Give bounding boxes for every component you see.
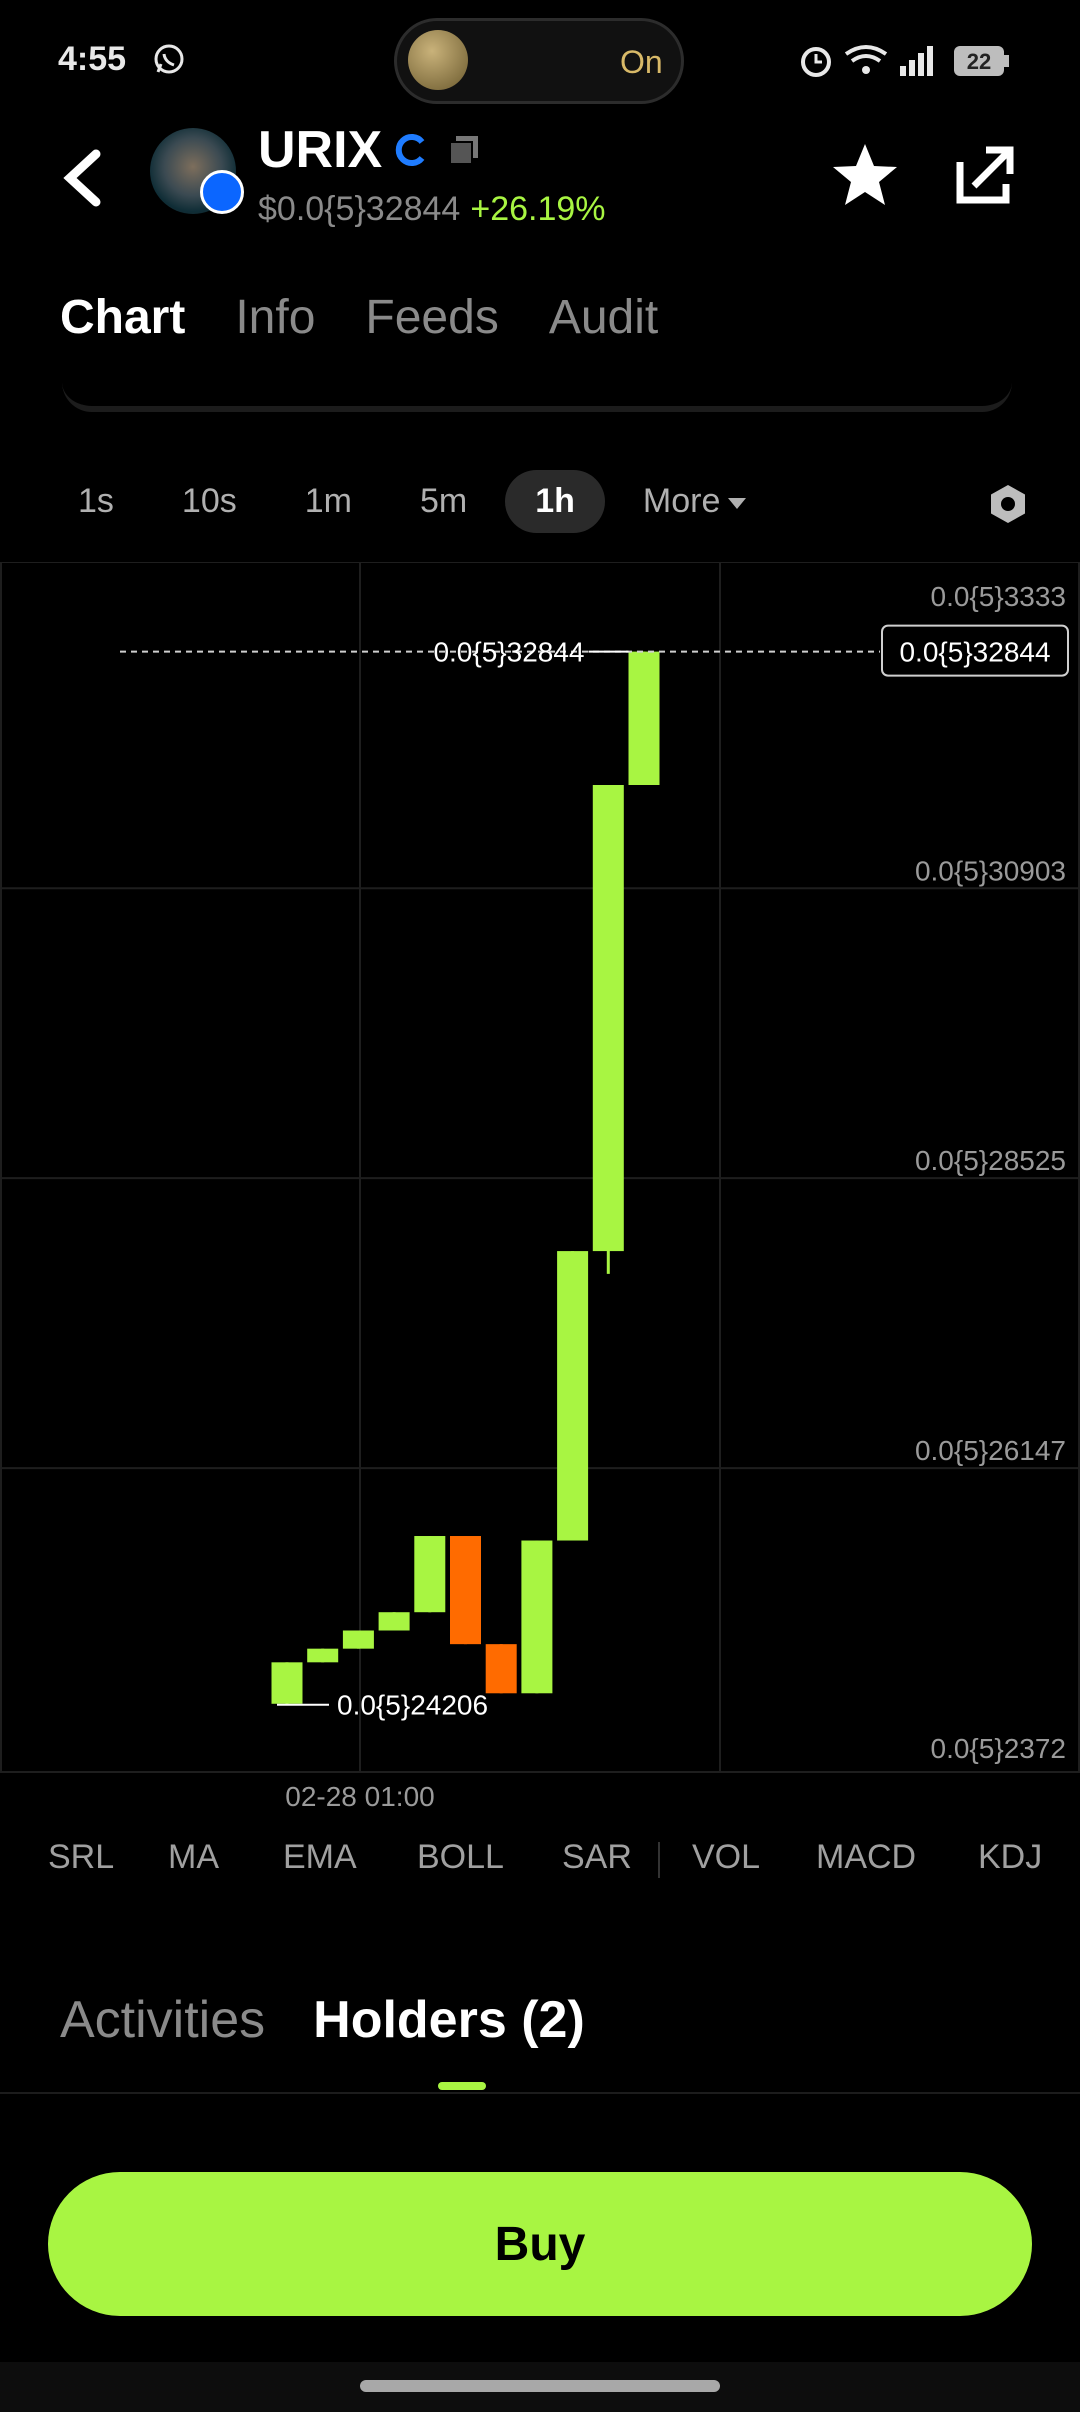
interval-5m[interactable]: 5m — [390, 470, 497, 533]
candle — [378, 1612, 410, 1631]
candle — [485, 1644, 517, 1694]
settings-hex-icon[interactable] — [986, 482, 1030, 526]
interval-1m[interactable]: 1m — [275, 470, 382, 533]
token-price: $0.0{5}32844 — [258, 190, 461, 228]
star-icon[interactable] — [830, 140, 900, 210]
indicator-ema[interactable]: EMA — [283, 1838, 357, 1877]
price-change: +26.19% — [470, 190, 606, 228]
indicator-divider — [658, 1842, 660, 1878]
home-indicator[interactable] — [360, 2380, 720, 2392]
high-price-label: 0.0{5}32844 — [433, 637, 584, 668]
y-tick-label: 0.0{5}3333 — [931, 581, 1067, 612]
candle — [342, 1630, 374, 1649]
tab-audit[interactable]: Audit — [549, 290, 658, 345]
verified-icon — [395, 134, 425, 166]
back-arrow-icon[interactable] — [60, 146, 104, 210]
indicator-sar[interactable]: SAR — [562, 1838, 632, 1877]
candle — [592, 784, 624, 1252]
interval-10s[interactable]: 10s — [152, 470, 267, 533]
y-tick-label: 0.0{5}28525 — [915, 1145, 1066, 1176]
indicator-kdj[interactable]: KDJ — [978, 1838, 1042, 1877]
interval-1s[interactable]: 1s — [48, 470, 144, 533]
flashlight-icon — [408, 30, 468, 90]
indicator-vol[interactable]: VOL — [692, 1838, 760, 1877]
flashlight-status: On — [620, 44, 663, 80]
alarm-icon — [801, 47, 831, 77]
caret-down-icon — [728, 497, 747, 509]
candle — [450, 1536, 481, 1645]
status-icons: 22 — [801, 45, 1009, 77]
token-name: URIX — [258, 121, 383, 179]
share-icon[interactable] — [954, 144, 1016, 206]
indicator-boll[interactable]: BOLL — [417, 1838, 504, 1877]
copy-icon[interactable] — [446, 132, 482, 168]
candle — [557, 1251, 589, 1541]
candle — [414, 1536, 446, 1613]
current-price-label: 0.0{5}32844 — [899, 637, 1050, 668]
interval-1h[interactable]: 1h — [505, 470, 605, 533]
tab-underline — [438, 2082, 486, 2090]
chain-badge-icon — [200, 170, 244, 214]
token-price-row: $0.0{5}32844 +26.19% — [258, 190, 606, 229]
tab-chart[interactable]: Chart — [60, 290, 185, 345]
tab-info[interactable]: Info — [235, 290, 315, 345]
main-tabs: Chart Info Feeds Audit — [60, 290, 658, 345]
interval-selector: 1s 10s 1m 5m 1h More — [48, 470, 776, 533]
low-price-label: 0.0{5}24206 — [337, 1690, 488, 1721]
card-edge — [62, 376, 1012, 412]
candle — [307, 1648, 339, 1663]
indicator-ma[interactable]: MA — [168, 1838, 219, 1877]
whatsapp-icon — [154, 44, 184, 74]
battery-icon: 22 — [954, 46, 1009, 76]
y-tick-label: 0.0{5}2372 — [931, 1733, 1067, 1764]
indicator-srl[interactable]: SRL — [48, 1838, 114, 1877]
price-chart[interactable]: 0.0{5}3333 0.0{5}30903 0.0{5}28525 0.0{5}26… — [0, 562, 1080, 1822]
indicator-macd[interactable]: MACD — [816, 1838, 916, 1877]
tab-holders[interactable]: Holders (2) — [313, 1990, 585, 2050]
divider — [0, 2092, 1080, 2094]
more-label: More — [642, 482, 721, 520]
candle — [521, 1540, 553, 1694]
status-time: 4:55 — [58, 40, 127, 78]
x-tick-label: 02-28 01:00 — [285, 1781, 434, 1812]
candle — [628, 651, 660, 785]
tab-feeds[interactable]: Feeds — [365, 290, 498, 345]
bottom-tabs: Activities Holders (2) — [60, 1990, 585, 2050]
wifi-icon — [844, 45, 888, 74]
signal-icon — [900, 46, 933, 76]
buy-button[interactable]: Buy — [48, 2172, 1032, 2316]
svg-text:22: 22 — [967, 49, 991, 74]
indicator-bar: SRL MA EMA BOLL SAR VOL MACD KDJ — [0, 1838, 1080, 1888]
more-dropdown[interactable]: More — [613, 470, 776, 533]
candle — [271, 1662, 303, 1704]
y-tick-label: 0.0{5}30903 — [915, 855, 1066, 886]
tab-activities[interactable]: Activities — [60, 1990, 265, 2050]
y-tick-label: 0.0{5}26147 — [915, 1435, 1066, 1466]
